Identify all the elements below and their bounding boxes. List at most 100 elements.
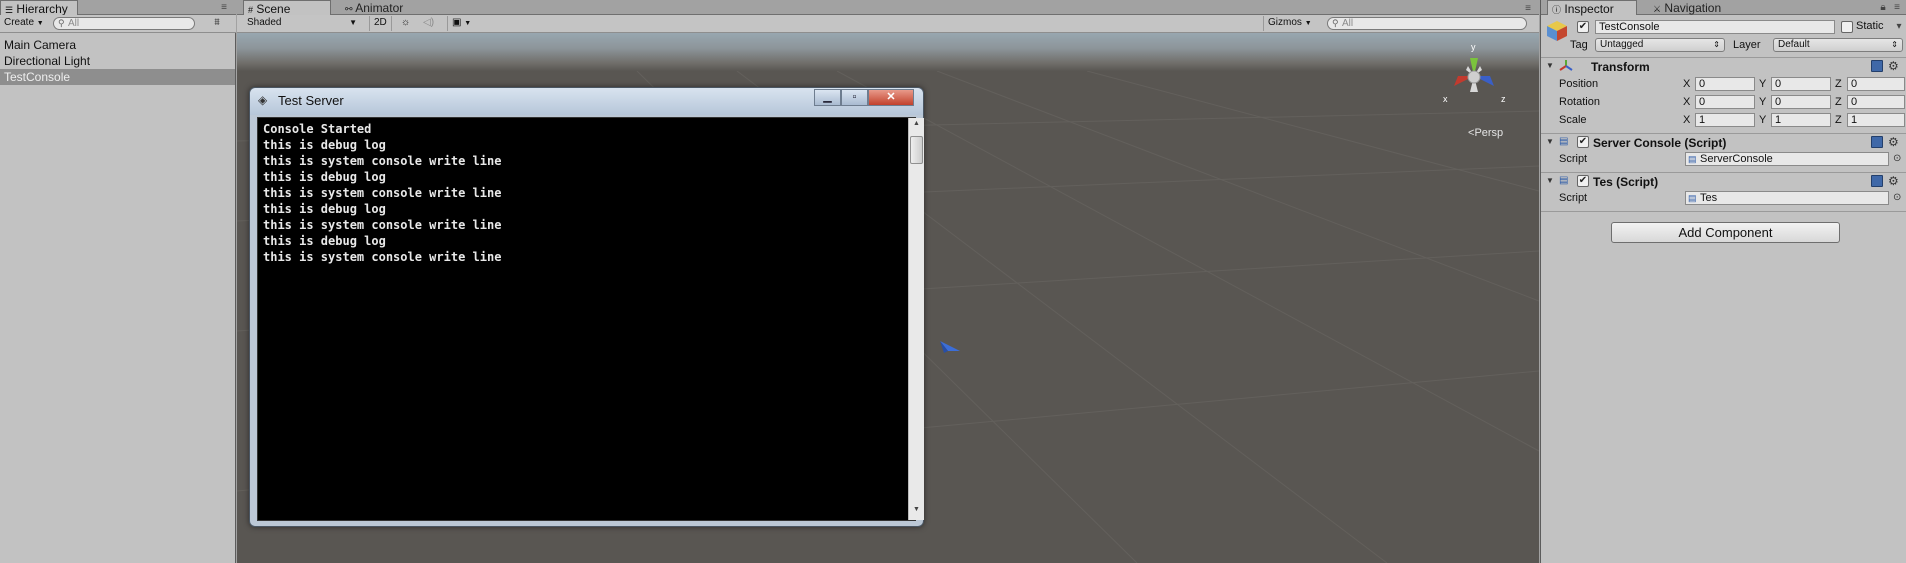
tab-animator[interactable]: ⚯ Animator — [341, 0, 425, 15]
tab-label: Inspector — [1564, 2, 1614, 16]
hierarchy-item-directional-light[interactable]: Directional Light — [0, 53, 235, 69]
create-button[interactable]: Create ▼ — [0, 16, 46, 31]
foldout-arrow-icon[interactable]: ▼ — [1546, 61, 1554, 70]
object-picker-icon[interactable]: ⊙ — [1893, 192, 1901, 203]
maximize-button[interactable]: ▫ — [841, 89, 868, 106]
gear-icon[interactable]: ⚙ — [1888, 175, 1899, 187]
component-title: Tes (Script) — [1593, 175, 1659, 189]
help-book-icon[interactable] — [1871, 60, 1883, 72]
rotation-x-field[interactable]: 0 — [1695, 95, 1755, 109]
scroll-down-icon[interactable]: ▼ — [911, 506, 922, 518]
scale-z-field[interactable]: 1 — [1847, 113, 1905, 127]
close-button[interactable]: ✕ — [868, 89, 914, 106]
script-field[interactable]: ▤ Tes — [1685, 191, 1889, 205]
component-enabled-checkbox[interactable]: ✔ — [1577, 136, 1589, 148]
shading-mode-value: Shaded — [247, 17, 282, 28]
object-picker-icon[interactable]: ⊙ — [1893, 153, 1901, 164]
shading-mode-dropdown[interactable]: Shaded ▼ — [243, 17, 361, 31]
transform-header[interactable]: ▼ Transform ⚙ — [1541, 57, 1906, 74]
tab-navigation[interactable]: ⚔ Navigation — [1649, 0, 1749, 15]
rotation-z-field[interactable]: 0 — [1847, 95, 1905, 109]
scale-y-field[interactable]: 1 — [1771, 113, 1831, 127]
script-label: Script — [1559, 192, 1588, 204]
create-label: Create — [4, 17, 35, 28]
dropdown-arrow-icon: ⇕ — [1891, 40, 1898, 49]
static-checkbox[interactable] — [1841, 21, 1853, 33]
position-x-field[interactable]: 0 — [1695, 77, 1755, 91]
effects-icon[interactable]: ▣ ▼ — [447, 16, 475, 31]
panel-menu-icon[interactable]: ≡ — [218, 2, 230, 14]
persp-toggle[interactable]: <Persp — [1468, 127, 1503, 139]
object-name-field[interactable]: TestConsole — [1595, 20, 1835, 34]
axis-z-label: Z — [1835, 114, 1842, 126]
gizmo-y-label: y — [1471, 42, 1476, 52]
scrollbar-thumb[interactable] — [910, 136, 923, 164]
search-icon: ⚲ — [58, 18, 65, 28]
position-y-field[interactable]: 0 — [1771, 77, 1831, 91]
scene-icon: # — [248, 5, 254, 15]
console-window[interactable]: ◈ Test Server ▁ ▫ ✕ Console Started this… — [249, 87, 924, 527]
panel-menu-icon[interactable]: ≡ — [1891, 2, 1903, 14]
scale-x-field[interactable]: 1 — [1695, 113, 1755, 127]
hierarchy-toolbar: Create ▼ ⚲ All ⩩ — [0, 15, 236, 33]
rotation-y-field[interactable]: 0 — [1771, 95, 1831, 109]
component-enabled-checkbox[interactable]: ✔ — [1577, 175, 1589, 187]
lighting-icon[interactable]: ☼ — [397, 16, 414, 31]
static-dropdown-arrow-icon[interactable]: ▾ — [1893, 21, 1905, 33]
tab-inspector[interactable]: ⓘ Inspector — [1547, 0, 1637, 16]
info-icon: ⓘ — [1552, 5, 1562, 15]
panel-menu-icon[interactable]: ≡ — [1522, 3, 1534, 15]
console-titlebar[interactable]: ◈ Test Server ▁ ▫ ✕ — [250, 88, 923, 115]
scene-orientation-gizmo[interactable]: y x z — [1440, 40, 1510, 112]
minimize-button[interactable]: ▁ — [814, 89, 841, 106]
rotation-label: Rotation — [1559, 96, 1600, 108]
scene-search-input[interactable]: ⚲ All — [1327, 17, 1527, 30]
hierarchy-search-input[interactable]: ⚲ All — [53, 17, 195, 30]
script-field[interactable]: ▤ ServerConsole — [1685, 152, 1889, 166]
tab-hierarchy[interactable]: ☰ Hierarchy — [0, 0, 78, 16]
axis-y-label: Y — [1759, 114, 1767, 126]
console-line: this is debug log — [263, 138, 386, 152]
gear-icon[interactable]: ⚙ — [1888, 60, 1899, 72]
search-placeholder: All — [68, 18, 80, 29]
help-book-icon[interactable] — [1871, 136, 1883, 148]
audio-icon[interactable]: ◁) — [419, 16, 438, 31]
lock-icon[interactable]: 🔒︎ — [1877, 2, 1889, 14]
foldout-arrow-icon[interactable]: ▼ — [1546, 137, 1554, 146]
tes-component-header[interactable]: ▼ ▤ ✔ Tes (Script) ⚙ — [1541, 172, 1906, 189]
tag-value: Untagged — [1600, 39, 1644, 50]
2d-toggle-button[interactable]: 2D — [369, 16, 392, 31]
axis-z-label: Z — [1835, 96, 1842, 108]
hierarchy-item-testconsole[interactable]: TestConsole — [0, 69, 235, 85]
scroll-up-icon[interactable]: ▲ — [911, 120, 922, 132]
active-checkbox[interactable]: ✔ — [1577, 21, 1589, 33]
component-title: Server Console (Script) — [1593, 136, 1727, 150]
help-book-icon[interactable] — [1871, 175, 1883, 187]
server-console-component-header[interactable]: ▼ ▤ ✔ Server Console (Script) ⚙ — [1541, 133, 1906, 150]
gizmos-dropdown[interactable]: Gizmos ▼ — [1263, 16, 1316, 31]
gear-icon[interactable]: ⚙ — [1888, 136, 1899, 148]
foldout-arrow-icon[interactable]: ▼ — [1546, 176, 1554, 185]
console-line: this is debug log — [263, 202, 386, 216]
layer-dropdown[interactable]: Default ⇕ — [1773, 38, 1903, 52]
scale-label: Scale — [1559, 114, 1587, 126]
hierarchy-item-main-camera[interactable]: Main Camera — [0, 37, 235, 53]
script-value: Tes — [1700, 192, 1718, 204]
console-line: this is system console write line — [263, 218, 502, 232]
tab-label: Navigation — [1664, 1, 1722, 15]
scene-toolbar: Shaded ▼ 2D ☼ ◁) ▣ ▼ Gizmos ▼ ⚲ All — [237, 15, 1539, 33]
scene-tabbar: # Scene ⚯ Animator ≡ — [237, 0, 1539, 16]
filter-icon[interactable]: ⩩ — [208, 17, 226, 29]
console-line: this is debug log — [263, 234, 386, 248]
script-value: ServerConsole — [1700, 153, 1773, 165]
light-gizmo-icon[interactable] — [938, 339, 962, 355]
tab-scene[interactable]: # Scene — [243, 0, 331, 16]
console-scrollbar[interactable]: ▲ ▼ — [908, 118, 924, 520]
add-component-button[interactable]: Add Component — [1611, 222, 1840, 243]
search-placeholder: All — [1342, 18, 1354, 29]
tag-dropdown[interactable]: Untagged ⇕ — [1595, 38, 1725, 52]
transform-title: Transform — [1591, 60, 1650, 74]
axis-z-label: Z — [1835, 78, 1842, 90]
position-z-field[interactable]: 0 — [1847, 77, 1905, 91]
tab-label: Hierarchy — [16, 2, 68, 16]
